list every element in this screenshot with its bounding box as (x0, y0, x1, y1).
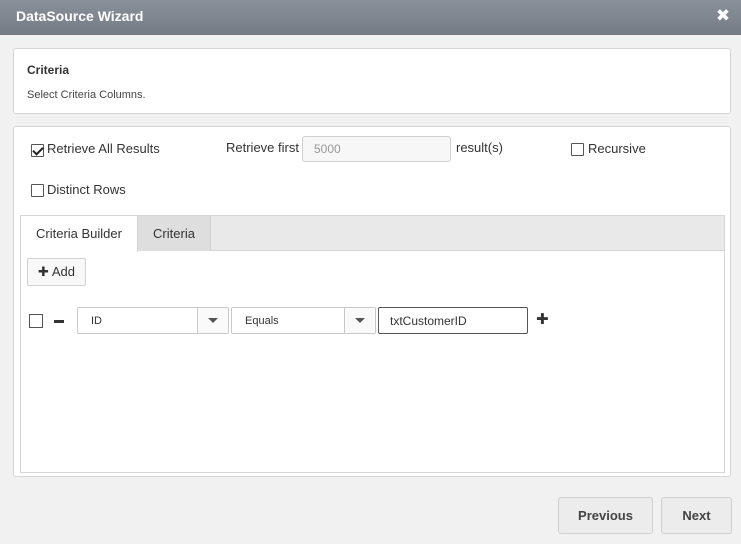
close-icon[interactable]: ✖ (713, 6, 733, 26)
add-button-label: Add (51, 264, 76, 279)
retrieve-all-checkbox[interactable] (31, 144, 44, 157)
tab-bar: Criteria Builder Criteria (21, 216, 724, 252)
field-select-value: ID (91, 315, 102, 327)
step-title: Criteria (27, 63, 70, 77)
minus-icon[interactable] (54, 320, 64, 323)
add-criteria-button[interactable]: ✚ Add (27, 258, 86, 286)
step-subtitle: Select Criteria Columns. (27, 89, 146, 101)
operator-select[interactable]: Equals (231, 307, 376, 334)
previous-button[interactable]: Previous (558, 497, 653, 534)
window-title: DataSource Wizard (16, 8, 144, 24)
retrieve-first-label: Retrieve first (226, 140, 299, 155)
plus-icon[interactable]: ✚ (536, 312, 549, 327)
criteria-row-checkbox[interactable] (29, 314, 43, 328)
field-select[interactable]: ID (77, 307, 229, 334)
recursive-checkbox[interactable] (571, 143, 584, 156)
chevron-down-icon[interactable] (197, 308, 228, 333)
retrieve-first-input[interactable] (302, 136, 451, 162)
datasource-wizard-dialog: DataSource Wizard ✖ Criteria Select Crit… (0, 0, 741, 544)
plus-icon: ✚ (37, 264, 49, 279)
criteria-panel: Retrieve All Results Retrieve first resu… (13, 126, 731, 477)
retrieve-all-label[interactable]: Retrieve All Results (47, 141, 160, 156)
recursive-label[interactable]: Recursive (588, 141, 646, 156)
distinct-rows-label[interactable]: Distinct Rows (47, 182, 126, 197)
distinct-rows-checkbox[interactable] (31, 184, 44, 197)
criteria-value-input[interactable] (378, 307, 528, 334)
chevron-down-icon[interactable] (344, 308, 375, 333)
tab-criteria-builder[interactable]: Criteria Builder (21, 216, 138, 252)
step-header-panel: Criteria Select Criteria Columns. (13, 48, 731, 114)
results-suffix-label: result(s) (456, 140, 503, 155)
criteria-tabs: Criteria Builder Criteria ✚ Add ID Equals… (20, 215, 725, 473)
title-bar: DataSource Wizard ✖ (0, 0, 741, 35)
next-button[interactable]: Next (661, 497, 732, 534)
operator-select-value: Equals (245, 315, 279, 327)
tab-criteria[interactable]: Criteria (138, 216, 211, 251)
